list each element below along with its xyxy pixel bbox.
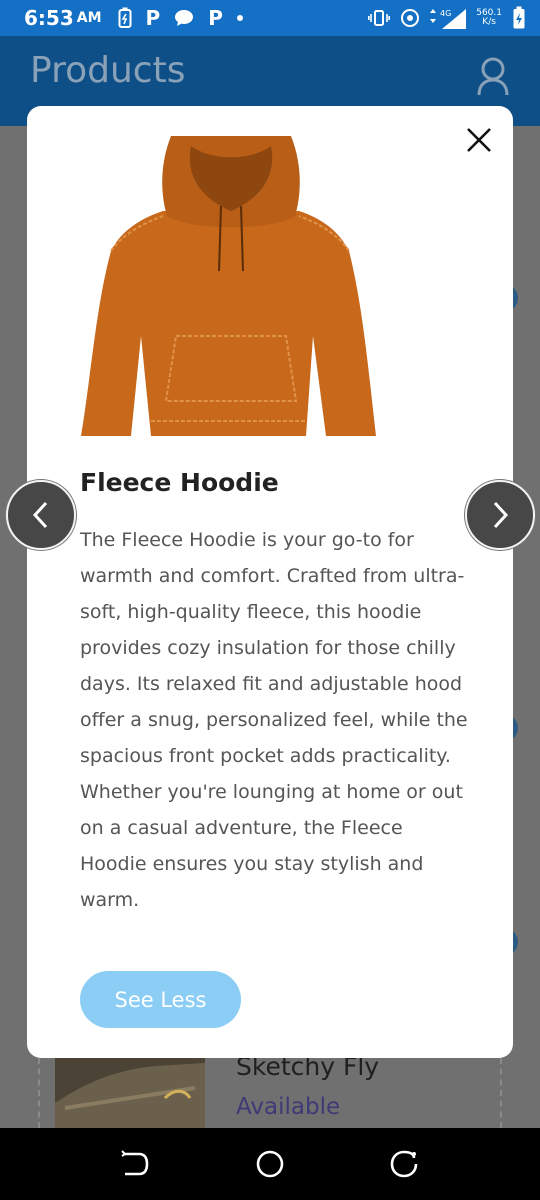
see-less-button[interactable]: See Less <box>80 971 241 1028</box>
chevron-left-icon <box>32 501 48 529</box>
chat-icon <box>175 10 194 26</box>
home-icon[interactable] <box>254 1148 286 1180</box>
chevron-right-icon <box>493 501 509 529</box>
p-app-icon: P <box>145 6 161 30</box>
battery-charging-icon <box>513 6 525 29</box>
recents-icon[interactable] <box>388 1148 420 1180</box>
hotspot-icon <box>401 9 420 27</box>
next-button[interactable] <box>465 480 535 550</box>
page-title: Products <box>30 50 186 91</box>
status-notifications: P P <box>118 6 243 30</box>
product-detail-modal: Fleece Hoodie The Fleece Hoodie is your … <box>27 106 513 1058</box>
network-type: 4G <box>440 9 451 18</box>
hoodie-image <box>81 136 376 436</box>
p-app-icon-2: P <box>208 6 223 30</box>
back-icon[interactable] <box>119 1148 151 1180</box>
system-nav-bar <box>0 1128 540 1200</box>
vibrate-icon <box>368 10 391 26</box>
product-description: The Fleece Hoodie is your go-to for warm… <box>80 529 468 911</box>
battery-saver-icon <box>118 7 132 28</box>
status-time: 6:53 <box>24 6 74 30</box>
user-icon[interactable] <box>476 56 510 96</box>
status-bar: 6:53 AM P P 4G 560.1 K/s <box>0 0 540 36</box>
signal-4g-icon: 4G <box>430 9 467 29</box>
product-image <box>81 136 381 436</box>
shoe-illustration <box>55 1063 205 1128</box>
previous-button[interactable] <box>6 480 76 550</box>
shoe-image <box>55 1058 205 1128</box>
more-notifications-dot <box>236 15 243 21</box>
status-system: 4G 560.1 K/s <box>368 6 526 30</box>
status-ampm: AM <box>76 10 102 26</box>
product-name: Fleece Hoodie <box>80 468 279 497</box>
close-icon[interactable] <box>463 124 495 156</box>
list-item-status: Available <box>236 1094 341 1120</box>
network-speed: 560.1 K/s <box>476 8 502 27</box>
